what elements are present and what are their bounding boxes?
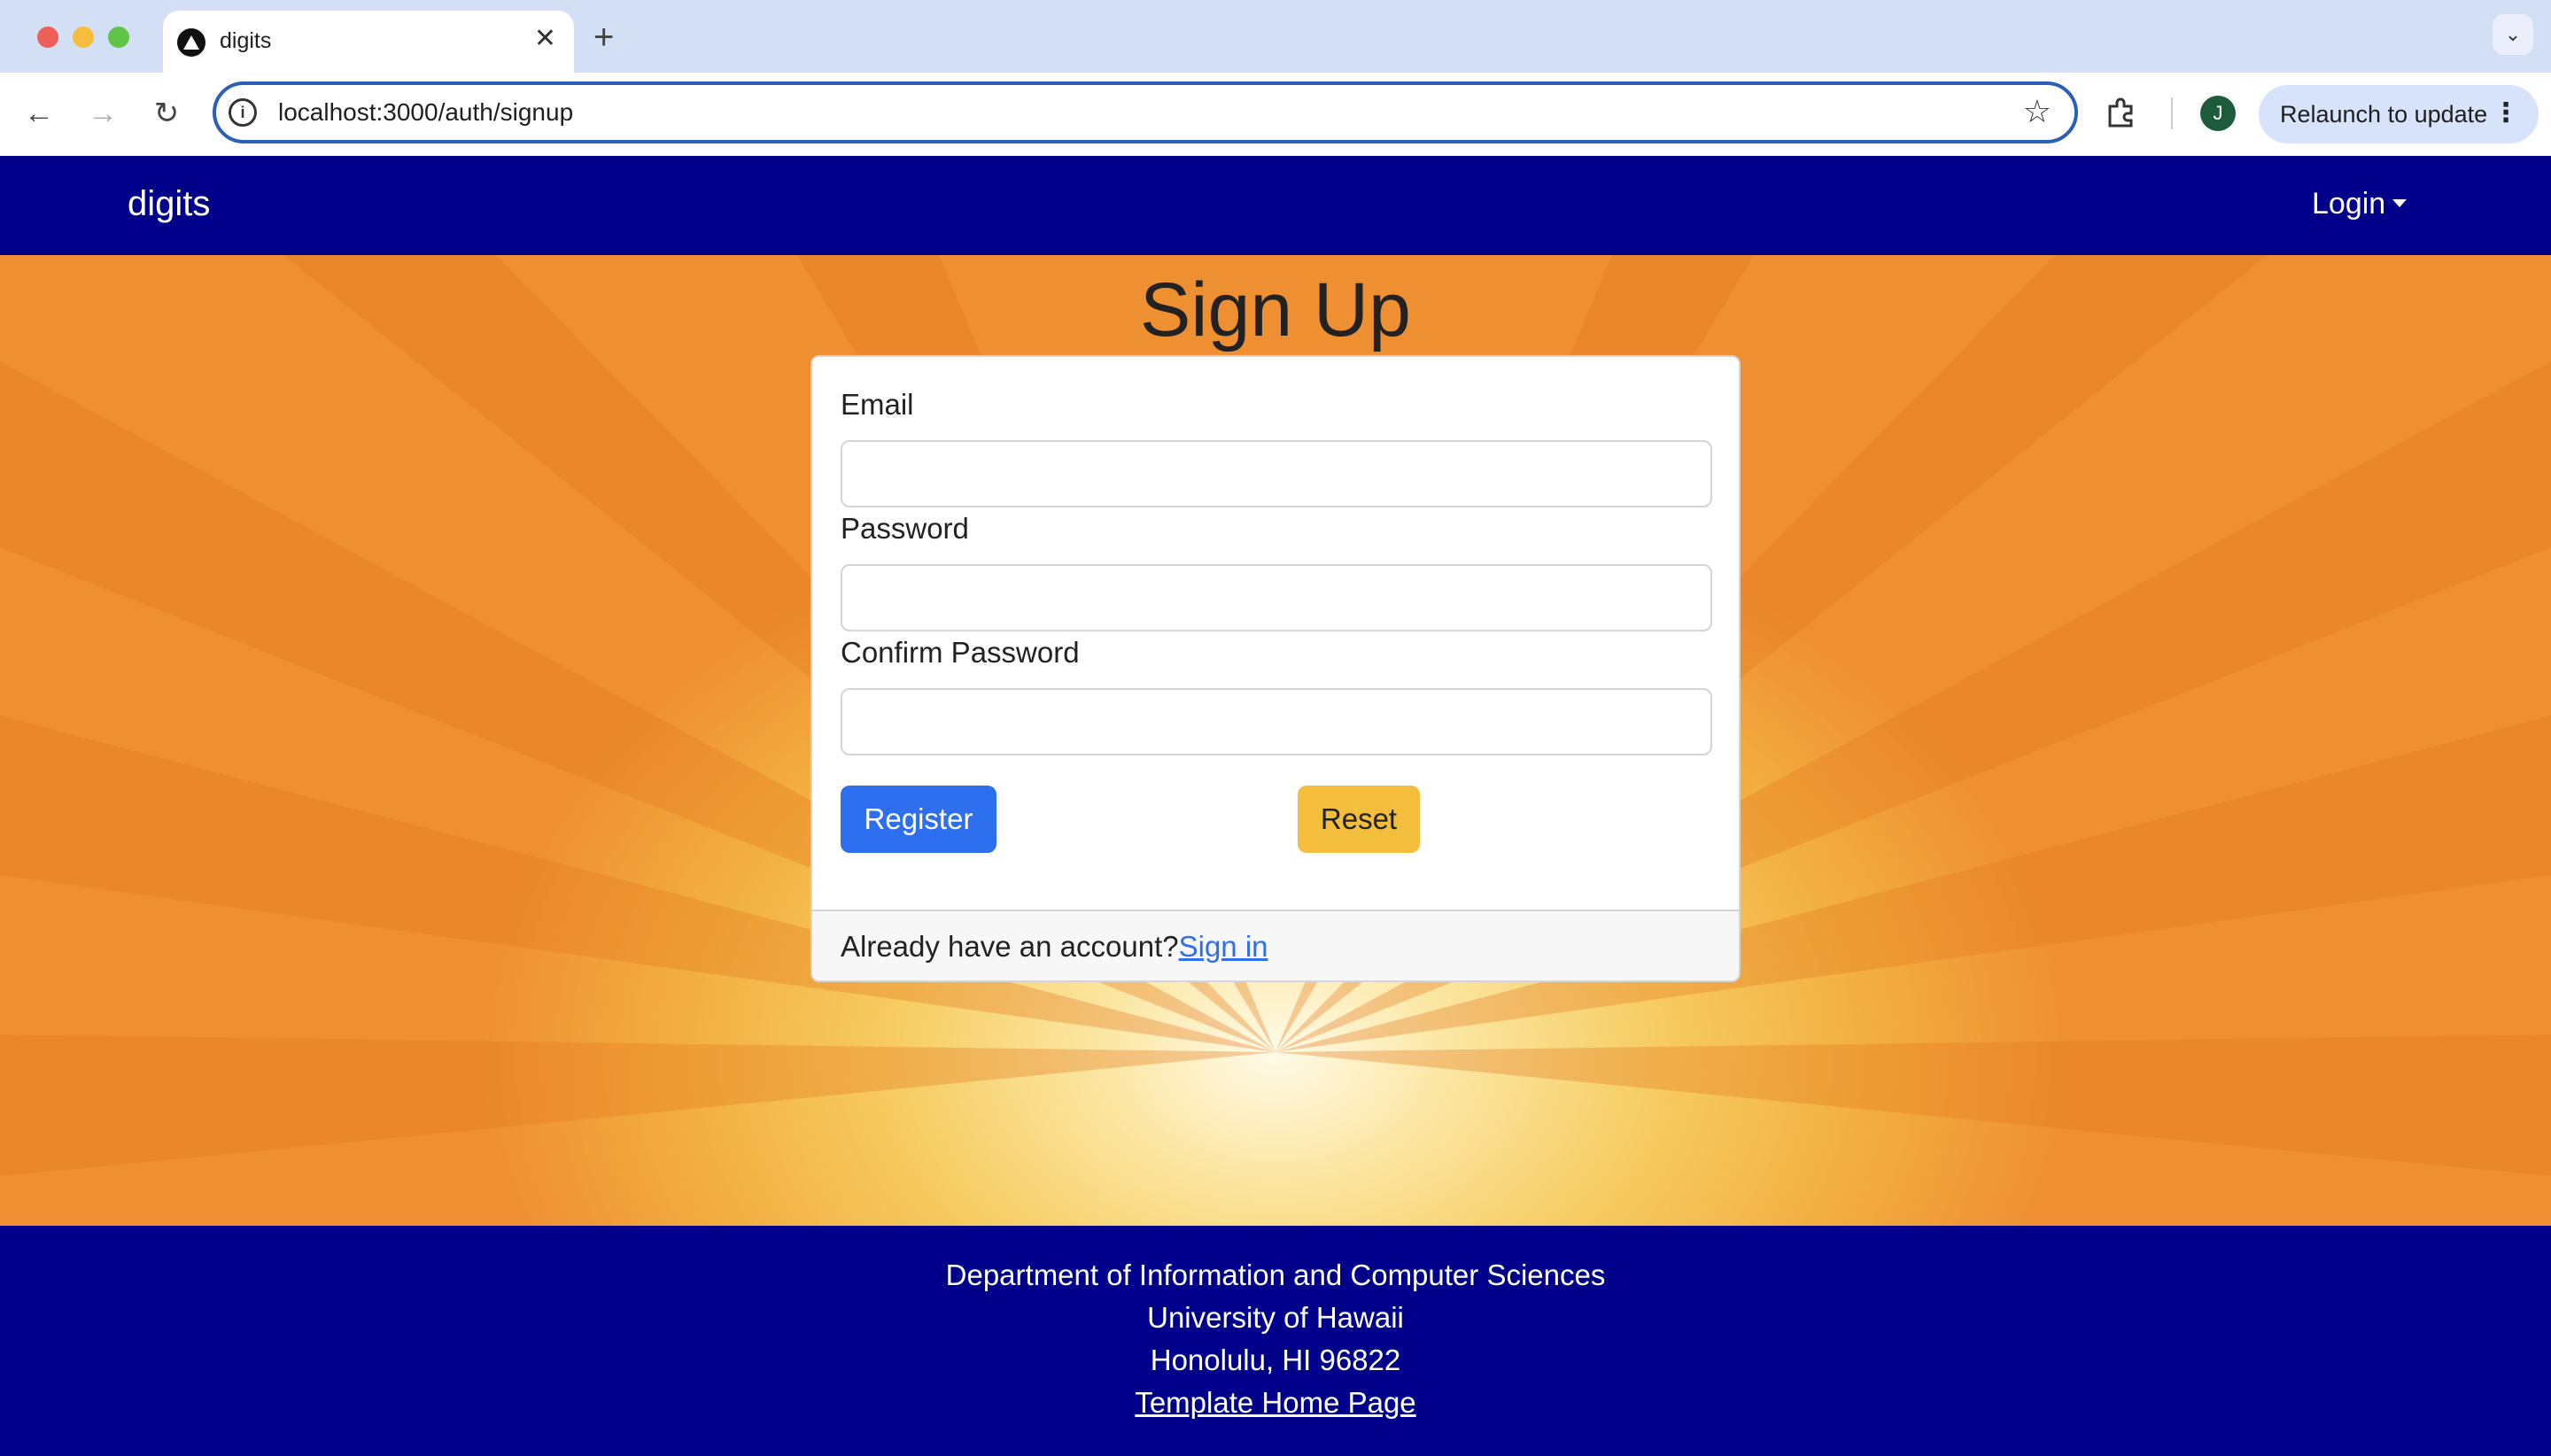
password-field[interactable] [841,564,1712,631]
login-dropdown[interactable]: Login [2312,182,2408,225]
account-prompt-text: Already have an account? [841,930,1179,963]
tab-title: digits [220,28,272,53]
close-window-button[interactable] [37,27,58,48]
card-footer: Already have an account?Sign in [812,910,1739,980]
password-label: Password [841,512,969,545]
url-text[interactable]: localhost:3000/auth/signup [278,97,573,128]
browser-chrome: digits ✕ + ⌄ ← → ↻ i localhost:3000/auth… [0,0,2551,156]
relaunch-label: Relaunch to update [2280,101,2488,128]
register-button[interactable]: Register [841,786,996,853]
info-icon[interactable]: i [229,98,257,127]
address-bar[interactable]: i localhost:3000/auth/signup ☆ [213,81,2078,143]
browser-tab[interactable]: digits ✕ [163,11,574,73]
confirm-password-label: Confirm Password [841,636,1080,669]
more-vert-icon[interactable]: ⋮ [2493,96,2519,131]
template-home-link[interactable]: Template Home Page [0,1382,2551,1424]
email-field[interactable] [841,440,1712,507]
extensions-icon[interactable] [2103,94,2138,129]
confirm-password-field[interactable] [841,688,1712,755]
reload-icon[interactable]: ↻ [145,92,188,135]
email-label: Email [841,388,914,421]
forward-arrow-icon[interactable]: → [81,92,124,135]
login-label: Login [2312,187,2386,221]
footer-university: University of Hawaii [1147,1301,1404,1334]
reset-button[interactable]: Reset [1298,786,1420,853]
account-prompt: Already have an account?Sign in [841,927,1268,966]
signup-card: Email Password Confirm Password Register… [810,355,1741,982]
web-page: digits Login Sign Up Email Password Conf… [0,156,2551,1456]
footer-department: Department of Information and Computer S… [945,1259,1606,1291]
brand-link[interactable]: digits [128,181,210,227]
profile-avatar[interactable]: J [2200,96,2236,131]
new-tab-button[interactable]: + [593,18,614,57]
site-footer: Department of Information and Computer S… [0,1226,2551,1456]
star-icon[interactable]: ☆ [2023,94,2051,129]
hero-background: Sign Up Email Password Confirm Password … [0,255,2551,1226]
page-title: Sign Up [1140,267,1411,352]
browser-toolbar: ← → ↻ i localhost:3000/auth/signup ☆ J R… [0,73,2551,156]
minimize-window-button[interactable] [73,27,94,48]
relaunch-button[interactable]: Relaunch to update ⋮ [2259,85,2539,143]
back-arrow-icon[interactable]: ← [18,92,60,135]
signin-link[interactable]: Sign in [1179,930,1268,963]
site-navbar: digits Login [0,156,2551,255]
footer-address: Honolulu, HI 96822 [1150,1344,1401,1376]
close-icon[interactable]: ✕ [534,23,556,55]
tab-strip: digits ✕ + ⌄ [0,0,2551,73]
favicon-icon [177,28,205,57]
maximize-window-button[interactable] [108,27,129,48]
tab-list-icon[interactable]: ⌄ [2493,14,2533,55]
toolbar-divider [2171,97,2173,129]
caret-down-icon [2392,198,2408,207]
